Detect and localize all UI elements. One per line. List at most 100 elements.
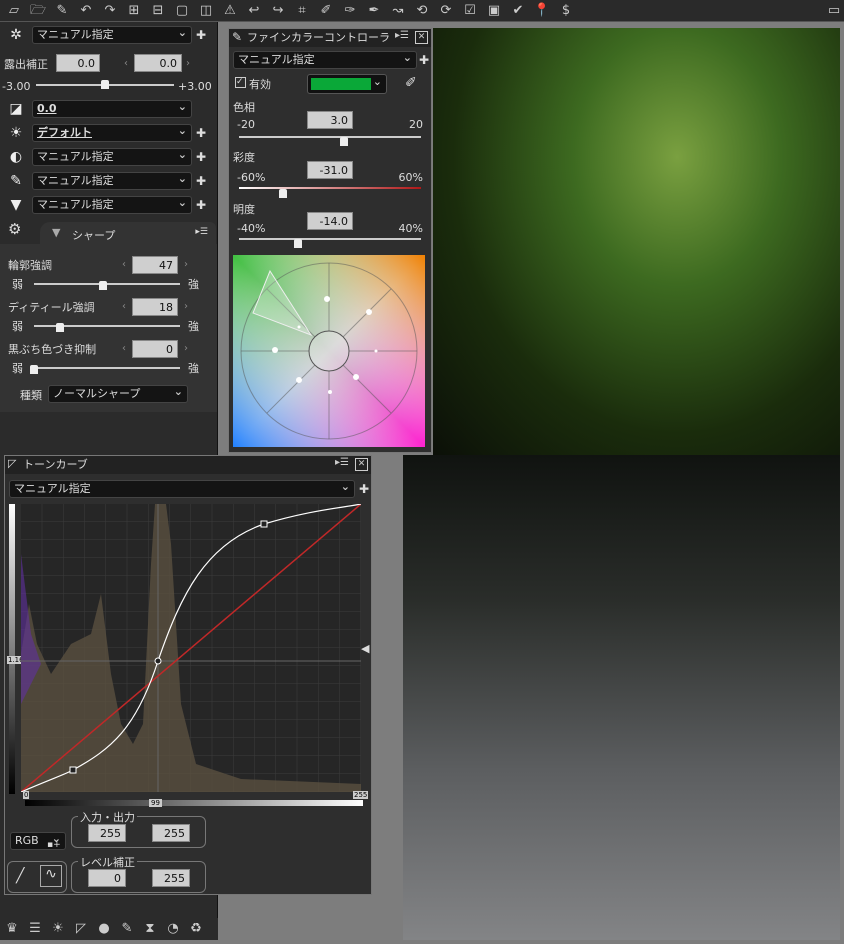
increment-arrow[interactable]: ›	[184, 301, 188, 312]
picker2-icon[interactable]: ✑	[340, 2, 360, 20]
brightness-slider[interactable]	[239, 238, 421, 240]
pin-icon[interactable]: 📍	[532, 2, 552, 20]
forward-icon[interactable]: ↪	[268, 2, 288, 20]
output-value[interactable]: 255	[152, 824, 190, 842]
white-point-handle[interactable]: 255	[353, 791, 369, 799]
hue-input[interactable]: 3.0	[307, 111, 353, 129]
picker-icon[interactable]: ✐	[316, 2, 336, 20]
exp-comp-select[interactable]: 0.0	[32, 99, 192, 118]
open-icon[interactable]: 🗁	[28, 2, 48, 20]
outline-thumb[interactable]	[98, 281, 107, 290]
panel-title-bar[interactable]: トーンカーブ	[5, 456, 371, 474]
add-icon[interactable]: ✚	[196, 198, 206, 212]
fcc-preset-select[interactable]: マニュアル指定	[233, 50, 417, 69]
exposure-input[interactable]: 0.0	[56, 54, 100, 72]
pen-icon[interactable]: ✒	[364, 2, 384, 20]
add-icon[interactable]: ✚	[196, 126, 206, 140]
saturation-slider[interactable]	[239, 187, 421, 189]
outline-input[interactable]: 47	[132, 256, 178, 274]
detail-input[interactable]: 18	[132, 298, 178, 316]
decrement-arrow[interactable]: ‹	[124, 58, 128, 69]
color-swatch-select[interactable]: ⌄	[307, 74, 387, 94]
add-icon[interactable]: ✚	[419, 53, 429, 67]
detail-thumb[interactable]	[56, 323, 65, 332]
contrast-select[interactable]: マニュアル指定	[32, 147, 192, 166]
save-icon[interactable]: ▣	[484, 2, 504, 20]
color-wheel[interactable]	[233, 255, 425, 447]
grid4-icon[interactable]: ⊞	[124, 2, 144, 20]
saturation-input[interactable]: -31.0	[307, 161, 353, 179]
add-icon[interactable]: ✚	[196, 150, 206, 164]
tone-curve-graph[interactable]	[21, 504, 361, 792]
exposure-thumb[interactable]	[101, 80, 109, 89]
settings-add-icon[interactable]: ⚙	[8, 220, 21, 238]
rotate-left-icon[interactable]: ⟲	[412, 2, 432, 20]
close-button[interactable]: ✕	[415, 31, 428, 44]
fringe-input[interactable]: 0	[132, 340, 178, 358]
back-icon[interactable]: ↩	[244, 2, 264, 20]
add-icon[interactable]: ✚	[196, 174, 206, 188]
tone-preset-select[interactable]: マニュアル指定	[9, 479, 355, 498]
hue-thumb[interactable]	[339, 137, 348, 146]
exposure-input-2[interactable]: 0.0	[134, 54, 182, 72]
increment-arrow[interactable]: ›	[186, 58, 190, 69]
close-button[interactable]: ✕	[355, 458, 368, 471]
brightness-icon[interactable]: ☀	[48, 920, 68, 938]
split-view-icon[interactable]: ◫	[196, 2, 216, 20]
decrement-arrow[interactable]: ‹	[122, 301, 126, 312]
sharp-select[interactable]: マニュアル指定	[32, 195, 192, 214]
brush-icon[interactable]: ✎	[52, 2, 72, 20]
distortion-icon[interactable]: ⧗	[140, 920, 160, 938]
sharp-type-select[interactable]: ノーマルシャープ	[48, 384, 188, 403]
approve-icon[interactable]: ✔	[508, 2, 528, 20]
output-arrow[interactable]: ◀	[361, 642, 369, 655]
tab-sharp[interactable]: ▼ シャープ ▸☰	[40, 222, 216, 244]
input-value[interactable]: 255	[88, 824, 126, 842]
decrement-arrow[interactable]: ‹	[122, 343, 126, 354]
menu-icon[interactable]: ▸☰	[335, 457, 349, 468]
curve-point[interactable]	[154, 657, 162, 665]
curve-point[interactable]	[69, 766, 77, 774]
add-icon[interactable]: ✚	[359, 482, 369, 496]
color-select[interactable]: マニュアル指定	[32, 171, 192, 190]
level-low[interactable]: 0	[88, 869, 126, 887]
menu-icon[interactable]: ▸☰	[195, 227, 208, 237]
saturation-thumb[interactable]	[278, 189, 287, 198]
gray-point-handle[interactable]: 99	[149, 799, 162, 807]
menu-icon[interactable]: ▸☰	[395, 30, 409, 41]
add-point-icon[interactable]: ▪+	[47, 840, 61, 850]
grid2-icon[interactable]: ⊟	[148, 2, 168, 20]
brightness-input[interactable]: -14.0	[307, 212, 353, 230]
hue-slider[interactable]	[239, 136, 421, 138]
dollar-icon[interactable]: $	[556, 2, 576, 20]
check-icon[interactable]: ☑	[460, 2, 480, 20]
new-icon[interactable]: ▱	[4, 2, 24, 20]
increment-arrow[interactable]: ›	[184, 259, 188, 270]
crop-icon[interactable]: ⌗	[292, 2, 312, 20]
crown-icon[interactable]: ♛	[2, 920, 22, 938]
undo-icon[interactable]: ↶	[76, 2, 96, 20]
linear-mode-icon[interactable]: ╱	[16, 868, 24, 884]
tone-curve-icon[interactable]: ◸	[71, 920, 91, 938]
wb-select[interactable]: デフォルト	[32, 123, 192, 142]
outline-slider[interactable]	[34, 283, 180, 285]
single-view-icon[interactable]: ▢	[172, 2, 192, 20]
black-point-handle[interactable]: 0	[23, 791, 30, 799]
rotate-right-icon[interactable]: ⟳	[436, 2, 456, 20]
monitor-icon[interactable]: ▭	[824, 2, 844, 20]
curve-point[interactable]	[260, 520, 268, 528]
level-high[interactable]: 255	[152, 869, 190, 887]
increment-arrow[interactable]: ›	[184, 343, 188, 354]
warning-icon[interactable]: ⚠	[220, 2, 240, 20]
rotate-icon[interactable]: ◔	[163, 920, 183, 938]
eyedropper-icon[interactable]: ✎	[117, 920, 137, 938]
enabled-checkbox[interactable]: ✓	[235, 77, 246, 88]
redo-icon[interactable]: ↷	[100, 2, 120, 20]
comment-icon[interactable]: ☰	[25, 920, 45, 938]
curve-mode-icon[interactable]: ∿	[40, 865, 62, 887]
picker-icon[interactable]: ✐	[405, 75, 417, 91]
fringe-thumb[interactable]	[30, 365, 38, 374]
fringe-slider[interactable]	[34, 367, 180, 369]
recycle-icon[interactable]: ♻	[186, 920, 206, 938]
color-ball-icon[interactable]: ●	[94, 920, 114, 938]
